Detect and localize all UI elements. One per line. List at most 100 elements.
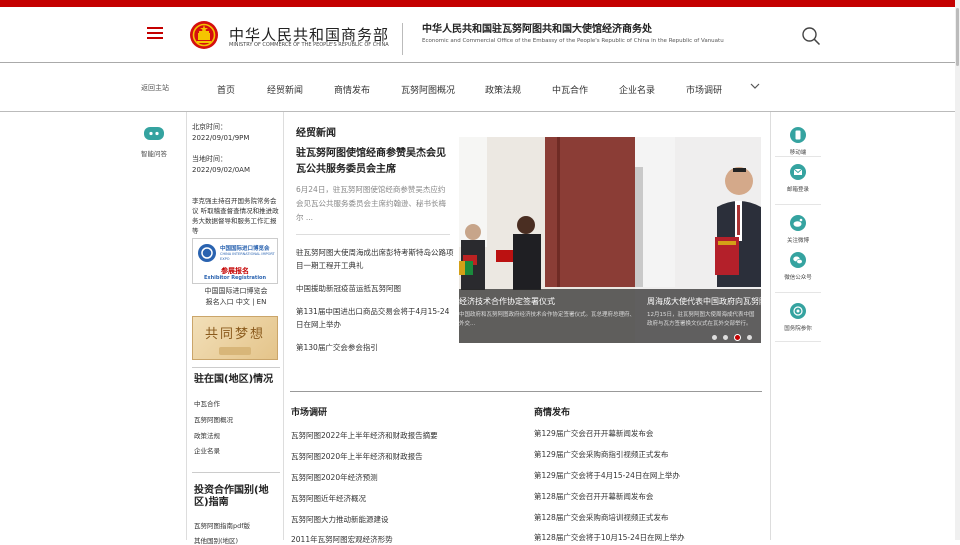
market-research-link[interactable]: 瓦努阿图2022年上半年经济和财政报告摘要 <box>291 430 438 441</box>
state-council-label: 国务院参你 <box>784 326 812 332</box>
headline-link[interactable]: 李克强主持召开国务院常务会议 听取稽查督查情况和推进政务大数据督导和服务工作汇报… <box>192 196 280 236</box>
chat-bot-icon <box>144 127 164 140</box>
nav-item-policy[interactable]: 政策法规 <box>485 83 521 96</box>
business-info-link[interactable]: 第128届广交会采购商培训视频正式发布 <box>534 512 668 523</box>
common-dream-banner[interactable]: 共同梦想 <box>192 316 278 360</box>
office-name-cn: 中华人民共和国驻瓦努阿图共和国大使馆经济商务处 <box>422 24 652 35</box>
business-info-link[interactable]: 第129届广交会采购商指引视频正式发布 <box>534 449 668 460</box>
expo-caption-links[interactable]: 报名入口 中文 | EN <box>192 297 280 308</box>
news-item[interactable]: 驻瓦努阿图大使周海成出席彭特考斯特岛公路项目一期工程开工典礼 <box>296 246 454 272</box>
rail-divider <box>775 156 821 157</box>
expo-caption: 中国国际进口博览会 报名入口 中文 | EN <box>192 286 280 308</box>
news-carousel[interactable]: 经济技术合作协定签署仪式 中国政府和瓦努阿图政府经济技术合作协定签署仪式。瓦总理… <box>459 137 761 343</box>
nav-item-directory[interactable]: 企业名录 <box>619 83 655 96</box>
office-name-en: Economic and Commercial Office of the Em… <box>422 38 724 44</box>
header-divider <box>402 23 403 55</box>
mail-label: 邮箱登录 <box>786 187 809 193</box>
dream-banner-text: 共同梦想 <box>204 327 265 342</box>
trade-news-title: 经贸新闻 <box>296 128 336 139</box>
sidebar-divider <box>192 367 280 368</box>
nav-item-market-research[interactable]: 市场调研 <box>686 83 722 96</box>
left-sidebar: 北京时间： 2022/09/01/9PM 当地时间： 2022/09/02/0A… <box>186 112 284 545</box>
smart-qa-label: 智能问答 <box>141 150 167 158</box>
sidebar-link-directory[interactable]: 企业名录 <box>194 445 220 455</box>
expo-caption-title: 中国国际进口博览会 <box>204 287 268 295</box>
mail-login-link[interactable]: 邮箱登录 <box>771 164 825 193</box>
nav-item-business-info[interactable]: 商情发布 <box>334 83 370 96</box>
business-info-link[interactable]: 第129届广交会召开开幕新闻发布会 <box>534 428 653 439</box>
weibo-link[interactable]: 关注微博 <box>771 215 825 244</box>
carousel-dot[interactable] <box>712 335 717 340</box>
nav-back-to-main-site[interactable]: 返回主站 <box>141 83 169 93</box>
weibo-label: 关注微博 <box>786 238 809 244</box>
news-item[interactable]: 中国援助新冠疫苗运抵瓦努阿图 <box>296 282 454 295</box>
site-header: 中华人民共和国商务部 MINISTRY OF COMMERCE OF THE P… <box>0 7 960 63</box>
sidebar-link-guide-pdf[interactable]: 瓦努阿图指南pdf版 <box>194 520 250 530</box>
news-item[interactable]: 第131届中国进出口商品交易会将于4月15-24日在网上举办 <box>296 305 454 331</box>
carousel-dot[interactable] <box>723 335 728 340</box>
market-research-link[interactable]: 瓦努阿图大力推动新能源建设 <box>291 514 389 525</box>
wechat-icon <box>790 252 806 268</box>
local-time-label: 当地时间： <box>192 155 227 163</box>
nav-item-home[interactable]: 首页 <box>217 83 235 96</box>
slide-description: 12月15日，驻瓦努阿图大使周海成代表中国政府与瓦方签署换文仪式在瓦外交部举行。 <box>647 312 755 327</box>
carousel-dot[interactable] <box>734 334 741 341</box>
mail-icon <box>790 164 806 180</box>
sidebar-link-overview[interactable]: 瓦努阿图概况 <box>194 414 233 424</box>
carousel-slide[interactable]: 经济技术合作协定签署仪式 中国政府和瓦努阿图政府经济技术合作协定签署仪式。瓦总理… <box>459 137 635 343</box>
expo-badge-en: Exhibitor Registration <box>203 275 267 281</box>
at-sign-icon <box>790 303 806 319</box>
beijing-time-value: 2022/09/01/9PM <box>192 134 250 142</box>
hamburger-menu-icon[interactable] <box>147 27 163 41</box>
mobile-label: 移动端 <box>789 150 807 156</box>
expo-logo-icon <box>198 244 216 262</box>
top-accent-bar <box>0 0 960 7</box>
wechat-link[interactable]: 微信公众号 <box>771 252 825 281</box>
scrollbar-thumb[interactable] <box>956 8 959 66</box>
featured-news-title[interactable]: 驻瓦努阿图使馆经商参赞吴杰会见瓦公共服务委员会主席 <box>296 146 450 178</box>
market-research-link[interactable]: 瓦努阿图2020年经济预测 <box>291 472 378 483</box>
carousel-dots <box>712 333 760 343</box>
right-service-rail: 移动端 邮箱登录 关注微博 微信公众号 国务院参你 <box>770 112 824 540</box>
nav-item-cooperation[interactable]: 中瓦合作 <box>552 83 588 96</box>
state-council-link[interactable]: 国务院参你 <box>771 303 825 332</box>
carousel-slide[interactable]: 周海成大使代表中国政府向瓦努阿图 12月15日，驻瓦努阿图大使周海成代表中国政府… <box>635 137 761 343</box>
slide-title: 经济技术合作协定签署仪式 <box>459 297 555 306</box>
country-info-heading: 驻在国(地区)情况 <box>194 374 274 385</box>
sidebar-divider <box>192 472 280 473</box>
rail-divider <box>775 341 821 342</box>
slide-title: 周海成大使代表中国政府向瓦努阿图 <box>647 297 761 306</box>
mobile-icon <box>790 127 806 143</box>
business-info-link[interactable]: 第128届广交会召开开幕新闻发布会 <box>534 491 653 502</box>
business-info-title: 商情发布 <box>534 408 571 418</box>
expo-title-cn: 中国国际进口博览会 <box>220 246 270 252</box>
local-time-value: 2022/09/02/0AM <box>192 166 250 174</box>
market-research-link[interactable]: 瓦努阿图2020年上半年经济和财政报告 <box>291 451 423 462</box>
smart-qa-widget[interactable]: 智能问答 <box>131 126 177 158</box>
import-expo-banner[interactable]: 中国国际进口博览会 CHINA INTERNATIONAL IMPORT EXP… <box>192 238 278 284</box>
nav-item-trade-news[interactable]: 经贸新闻 <box>267 83 303 96</box>
national-emblem-icon[interactable] <box>189 20 219 50</box>
business-info-link[interactable]: 第129届广交会将于4月15-24日在网上举办 <box>534 470 680 481</box>
mobile-link[interactable]: 移动端 <box>771 127 825 156</box>
expo-title-en: CHINA INTERNATIONAL IMPORT EXPO <box>220 252 275 261</box>
news-item[interactable]: 第130届广交会参会指引 <box>296 341 454 354</box>
market-research-link[interactable]: 瓦努阿图近年经济概况 <box>291 493 366 504</box>
business-info-link[interactable]: 第128届广交会将于10月15-24日在网上举办 <box>534 532 685 543</box>
sidebar-link-cooperation[interactable]: 中瓦合作 <box>194 398 220 408</box>
featured-news-summary: 6月24日，驻瓦努阿图使馆经商参赞吴杰应约会见瓦公共服务委员会主席约翰逊、秘书长… <box>296 185 446 222</box>
main-content: 经贸新闻 驻瓦努阿图使馆经商参赞吴杰会见瓦公共服务委员会主席 6月24日，驻瓦努… <box>284 112 770 544</box>
rail-divider <box>775 204 821 205</box>
nav-item-vanuatu-overview[interactable]: 瓦努阿图概况 <box>401 83 455 96</box>
search-icon[interactable] <box>801 26 821 46</box>
featured-divider <box>296 234 450 235</box>
dream-banner-ribbon <box>219 347 251 355</box>
chevron-down-icon[interactable] <box>749 80 761 92</box>
sidebar-link-policy[interactable]: 政策法规 <box>194 430 220 440</box>
rail-divider <box>775 292 821 293</box>
ministry-name-en: MINISTRY OF COMMERCE OF THE PEOPLE'S REP… <box>229 42 389 48</box>
carousel-dot[interactable] <box>747 335 752 340</box>
sidebar-link-other-countries[interactable]: 其他国别(地区) <box>194 535 238 545</box>
investment-guide-heading: 投资合作国别(地区)指南 <box>194 485 269 508</box>
page-scrollbar[interactable] <box>955 0 960 540</box>
